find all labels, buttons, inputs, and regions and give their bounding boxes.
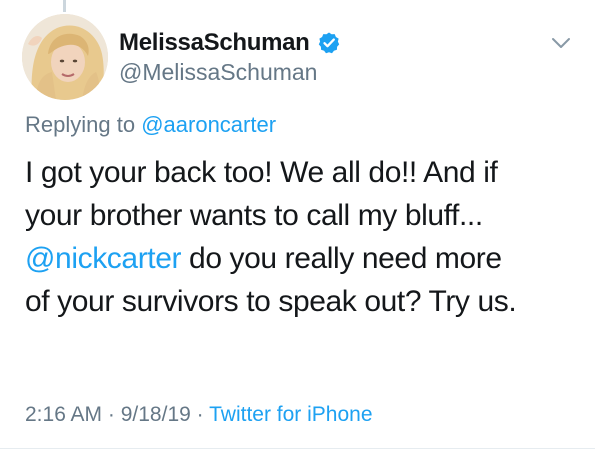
tweet-line-with-mention: @nickcarter do you really need more [25,237,585,280]
user-name-row: MelissaSchuman [119,28,341,58]
tweet-body: I got your back too! We all do!! And if … [25,151,585,323]
tweet-source-link[interactable]: Twitter for iPhone [209,403,372,426]
tweet-time[interactable]: 2:16 AM [25,403,102,426]
tweet-mention-link[interactable]: @nickcarter [25,242,181,275]
avatar[interactable] [22,14,108,100]
reply-context: Replying to @aaroncarter [25,112,276,138]
user-handle[interactable]: @MelissaSchuman [119,59,317,86]
tweet-metadata: 2:16 AM · 9/18/19 · Twitter for iPhone [25,403,373,427]
display-name[interactable]: MelissaSchuman [119,29,310,57]
chevron-down-icon[interactable] [551,36,571,50]
bottom-divider [0,448,595,449]
tweet-date[interactable]: 9/18/19 [121,403,191,426]
reply-context-label: Replying to [25,112,136,137]
thread-connector-line [63,0,66,12]
tweet-line: of your survivors to speak out? Try us. [25,285,517,318]
verified-badge-icon [318,32,339,54]
tweet-line: I got your back too! We all do!! And if [25,156,498,189]
reply-mention-link[interactable]: @aaroncarter [141,112,276,137]
meta-separator: · [102,403,121,426]
tweet-text-fragment: do you really need more [181,242,502,275]
tweet-line: your brother wants to call my bluff... [25,199,483,232]
meta-separator: · [190,403,210,426]
avatar-photo [22,14,108,100]
